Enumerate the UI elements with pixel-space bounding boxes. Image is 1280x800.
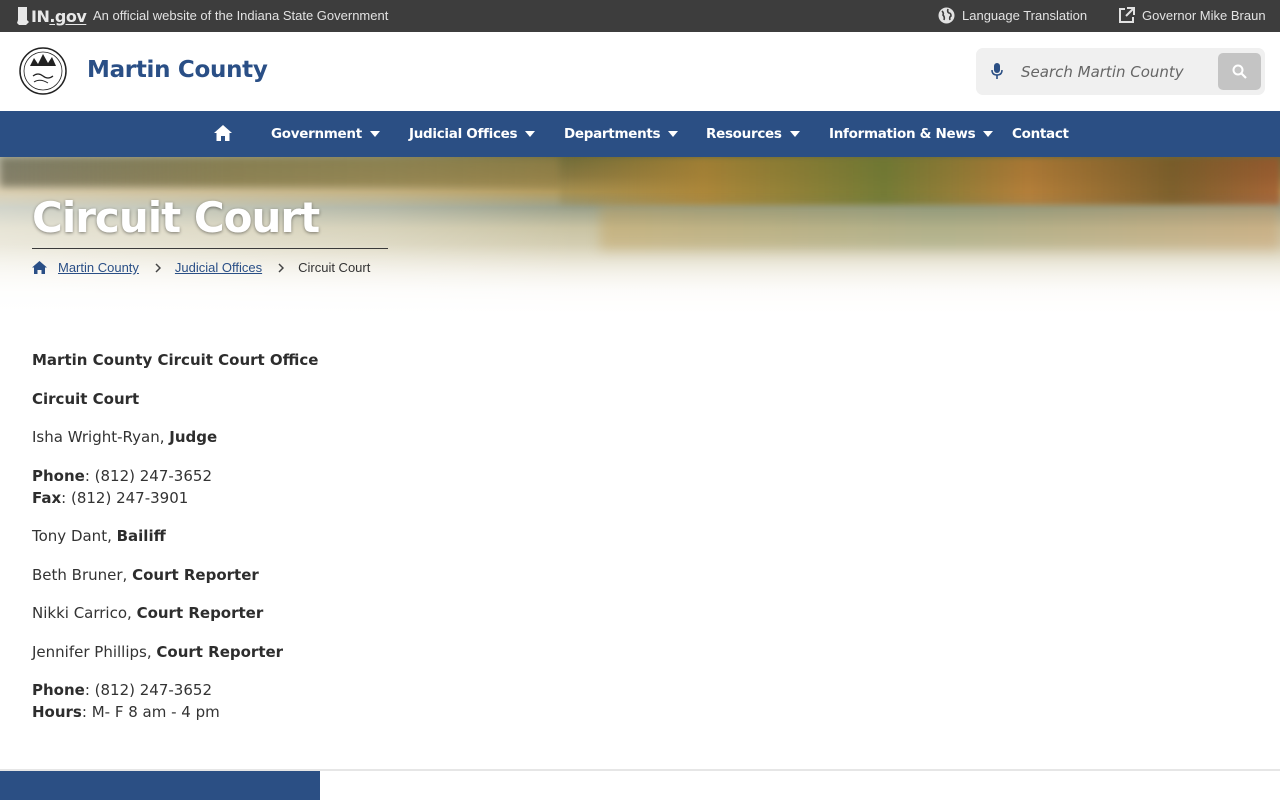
- judge-title: Judge: [169, 428, 218, 446]
- language-translation-link[interactable]: Language Translation: [938, 7, 1087, 24]
- official-website-text: An official website of the Indiana State…: [93, 8, 389, 23]
- external-link-icon: [1119, 7, 1135, 23]
- indiana-state-icon: [17, 7, 29, 25]
- nav-item-departments[interactable]: Departments: [564, 111, 679, 157]
- bailiff-title: Bailiff: [116, 527, 166, 545]
- reporter-name: Nikki Carrico,: [32, 604, 137, 622]
- hours-value: : M- F 8 am - 4 pm: [81, 703, 220, 721]
- judge-name: Isha Wright-Ryan,: [32, 428, 170, 446]
- court-heading: Circuit Court: [32, 389, 140, 408]
- site-title[interactable]: Martin County: [87, 57, 268, 83]
- reporter-entry: Jennifer Phillips, Court Reporter: [32, 641, 732, 663]
- chevron-right-icon: [155, 262, 161, 273]
- governor-label: Governor Mike Braun: [1142, 8, 1266, 23]
- breadcrumb-link-judicial-offices[interactable]: Judicial Offices: [175, 260, 262, 275]
- reporter-entry: Beth Bruner, Court Reporter: [32, 564, 732, 586]
- search-input[interactable]: [1021, 60, 1186, 84]
- globe-icon: [938, 7, 955, 24]
- nav-item-judicial-offices[interactable]: Judicial Offices: [409, 111, 536, 157]
- fax-label: Fax: [32, 488, 62, 507]
- nav-item-resources[interactable]: Resources: [706, 111, 800, 157]
- nav-item-label: Government: [271, 126, 362, 142]
- reporter-title: Court Reporter: [156, 642, 284, 661]
- breadcrumb-current: Circuit Court: [298, 260, 371, 275]
- microphone-icon[interactable]: [991, 63, 1003, 80]
- bailiff-name: Tony Dant,: [32, 527, 117, 545]
- judge-entry: Isha Wright-Ryan, Judge: [32, 426, 732, 448]
- search-button[interactable]: [1218, 53, 1261, 90]
- nav-item-label: Departments: [564, 126, 661, 142]
- caret-down-icon: [789, 131, 800, 137]
- caret-down-icon: [983, 131, 994, 137]
- governor-link[interactable]: Governor Mike Braun: [1118, 7, 1266, 24]
- home-icon[interactable]: [214, 125, 232, 141]
- hero-banner: Circuit Court Martin County Judicial Off…: [0, 157, 1280, 315]
- nav-item-label: Resources: [706, 126, 782, 142]
- nav-item-government[interactable]: Government: [271, 111, 380, 157]
- logo-gov-text: .gov: [49, 6, 87, 26]
- phone-value: : (812) 247-3652: [84, 466, 212, 485]
- breadcrumb-link-martin-county[interactable]: Martin County: [58, 260, 139, 275]
- reporter-name: Jennifer Phillips,: [32, 642, 157, 661]
- site-header: Martin County: [0, 32, 1280, 111]
- caret-down-icon: [369, 131, 380, 137]
- contact-block: Phone: (812) 247-3652 Fax: (812) 247-390…: [32, 465, 732, 509]
- reporter-entry: Nikki Carrico, Court Reporter: [32, 602, 732, 624]
- phone-label: Phone: [32, 466, 85, 485]
- phone-label: Phone: [32, 681, 85, 699]
- logo-in-text: IN: [31, 6, 50, 26]
- nav-item-label: Information & News: [829, 126, 976, 142]
- hours-label: Hours: [32, 703, 82, 721]
- caret-down-icon: [668, 131, 679, 137]
- home-icon[interactable]: [32, 261, 47, 274]
- phone-value: : (812) 247-3652: [84, 681, 212, 699]
- search-icon: [1232, 64, 1247, 79]
- page-title: Circuit Court: [32, 193, 320, 242]
- nav-item-label: Contact: [1012, 126, 1069, 142]
- nav-item-contact[interactable]: Contact: [1012, 111, 1069, 157]
- hero-background-reflection: [600, 205, 1280, 250]
- language-translation-label: Language Translation: [962, 8, 1088, 23]
- nav-item-label: Judicial Offices: [409, 126, 518, 142]
- hero-background-shore: [0, 157, 560, 187]
- nav-item-information-news[interactable]: Information & News: [829, 111, 994, 157]
- reporter-title: Court Reporter: [136, 604, 264, 622]
- main-content: Martin County Circuit Court Office Circu…: [32, 349, 732, 740]
- office-heading: Martin County Circuit Court Office: [32, 351, 319, 369]
- title-divider: [32, 248, 388, 249]
- reporter-name: Beth Bruner,: [32, 565, 133, 584]
- state-bar: IN.gov An official website of the Indian…: [0, 0, 1280, 32]
- hours-block: Phone: (812) 247-3652 Hours: M- F 8 am -…: [32, 679, 732, 723]
- breadcrumb: Martin County Judicial Offices Circuit C…: [32, 260, 370, 275]
- hero-background-foliage: [560, 157, 1280, 205]
- bailiff-entry: Tony Dant, Bailiff: [32, 525, 732, 547]
- in-gov-logo[interactable]: IN.gov: [16, 6, 87, 26]
- caret-down-icon: [525, 131, 536, 137]
- footer-band: [0, 771, 320, 800]
- main-navigation: Government Judicial Offices Departments …: [0, 111, 1280, 157]
- reporter-title: Court Reporter: [132, 565, 259, 584]
- fax-value: : (812) 247-3901: [61, 488, 189, 507]
- chevron-right-icon: [278, 262, 285, 273]
- search-box: [976, 48, 1265, 95]
- county-seal[interactable]: [18, 46, 68, 96]
